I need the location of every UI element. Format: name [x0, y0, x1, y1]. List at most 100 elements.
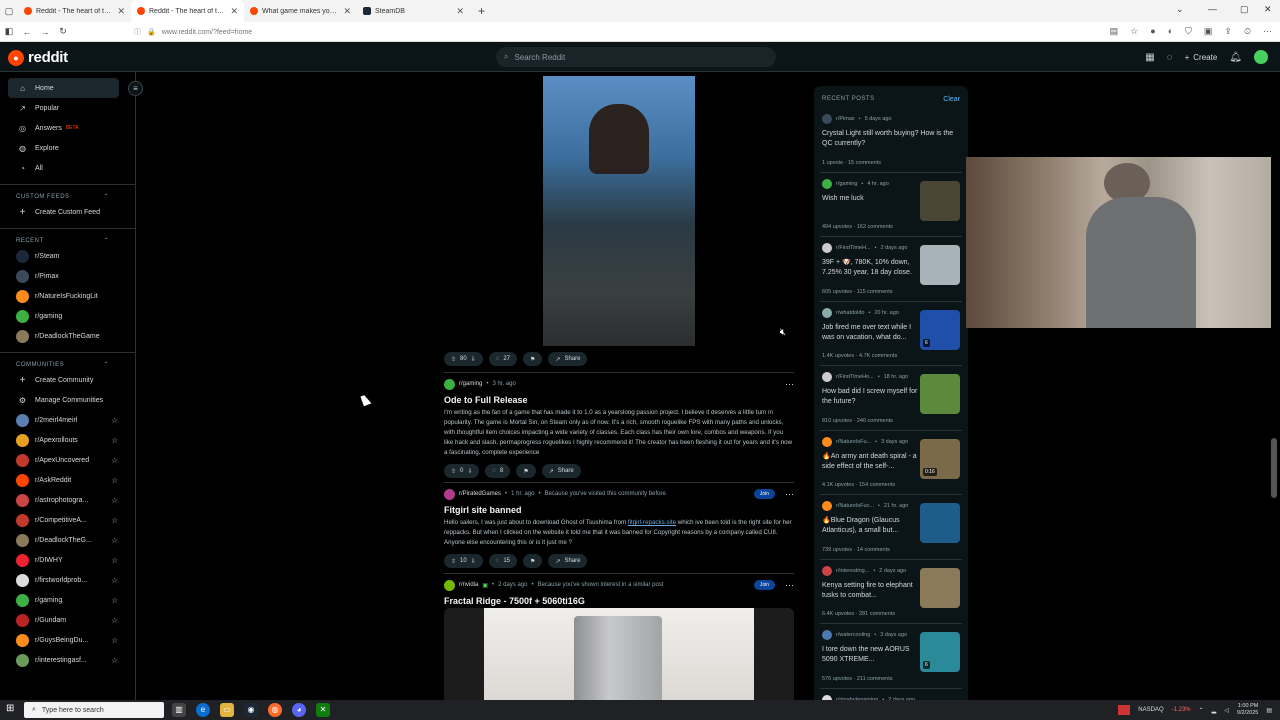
recent-post-item[interactable]: r/whatdoldo • 20 hr. ago Job fired me over … [820, 302, 962, 366]
firefox-icon[interactable]: ◍ [268, 703, 282, 717]
comments-button[interactable]: ◌ 27 [488, 352, 518, 366]
recent-post-item[interactable]: r/Pimax • 5 days ago Crystal Light still wo… [820, 108, 962, 173]
browser-tab[interactable]: SteamDB ✕ [357, 0, 470, 22]
community-item[interactable]: r/interestingasf... ☆ [0, 650, 135, 670]
new-tab-button[interactable]: + [470, 4, 493, 18]
vote-control[interactable]: ⇧ 10 ⇩ [444, 554, 483, 568]
recent-subreddit-item[interactable]: r/Steam [0, 246, 135, 266]
upvote-icon[interactable]: ⇧ [451, 558, 456, 565]
sidebar-item-answers[interactable]: ◎ Answers BETA [0, 118, 135, 138]
favorite-star-icon[interactable]: ☆ [111, 636, 135, 645]
clock[interactable]: 1:00 PM 9/2/2025 [1237, 703, 1258, 717]
post-body-link[interactable]: fitgirl-repacks.site [628, 519, 676, 526]
notifications-icon[interactable]: ▤ [1266, 707, 1272, 714]
create-community-link[interactable]: + Create Community [0, 370, 135, 390]
recent-post-item[interactable]: r/interesting... • 2 days ago Kenya setting… [820, 560, 962, 624]
close-tab-icon[interactable]: ✕ [117, 6, 125, 17]
downvote-icon[interactable]: ⇩ [471, 558, 476, 565]
comments-button[interactable]: ◌ 15 [488, 554, 518, 568]
comments-button[interactable]: ◌ 8 [485, 464, 511, 478]
post-card[interactable]: r/gaming • 3 hr. ago ⋯ Ode to Full Relea… [444, 372, 794, 478]
recent-post-item[interactable]: r/NatureIsFuc... • 21 hr. ago 🔥Blue Dragon … [820, 495, 962, 560]
custom-feeds-section-header[interactable]: CUSTOM FEEDS ⌃ [0, 184, 135, 202]
favorite-star-icon[interactable]: ☆ [111, 436, 135, 445]
communities-section-header[interactable]: COMMUNITIES ⌃ [0, 352, 135, 370]
sidebar-toggle-icon[interactable]: ◧ [0, 26, 18, 37]
favorite-star-icon[interactable]: ☆ [111, 596, 135, 605]
recent-post-item[interactable]: r/gigabytegaming • 2 days ago [820, 689, 962, 700]
history-icon[interactable]: ⏲ [1244, 26, 1251, 37]
xbox-icon[interactable]: ✕ [316, 703, 330, 717]
recent-subreddit-item[interactable]: r/DeadlockTheGame [0, 326, 135, 346]
upvote-icon[interactable]: ⇧ [451, 356, 456, 363]
browser-tab[interactable]: Reddit - The heart of the intern ✕ [131, 0, 244, 22]
close-window-icon[interactable]: ✕ [1264, 4, 1272, 15]
share-icon[interactable]: ⇪ [1224, 26, 1232, 37]
minimize-icon[interactable]: — [1208, 4, 1217, 14]
shield-icon[interactable]: ⛉ [1185, 26, 1192, 37]
search-input[interactable]: ⌕ Search Reddit [496, 47, 776, 67]
recent-post-item[interactable]: r/FirstTimeH... • 2 days ago 39F + 🐶, 780K,… [820, 237, 962, 302]
subreddit-name[interactable]: r/gaming [459, 381, 482, 387]
subreddit-name[interactable]: r/PiratedGames [459, 491, 501, 497]
award-button[interactable]: ⚑ [516, 464, 536, 478]
sidebar-item-explore[interactable]: ◍ Explore [0, 138, 135, 158]
chat-icon[interactable]: ◌ [1167, 52, 1173, 63]
post-title[interactable]: Ode to Full Release [444, 395, 794, 405]
subreddit-avatar[interactable] [444, 579, 455, 591]
start-icon[interactable]: ⊞ [6, 703, 14, 714]
url-field[interactable]: ⓘ 🔒 www.reddit.com/?feed=home [134, 25, 1124, 39]
taskbar-search[interactable]: ⌕ Type here to search [24, 702, 164, 718]
manage-communities-link[interactable]: ⚙ Manage Communities [0, 390, 135, 410]
sync-icon[interactable]: ◐ [1168, 26, 1173, 37]
post-body[interactable]: I'm writing as the fan of a game that ha… [444, 408, 794, 458]
community-item[interactable]: r/AskReddit ☆ [0, 470, 135, 490]
community-item[interactable]: r/DIWHY ☆ [0, 550, 135, 570]
video-player[interactable]: 🔇︎ [444, 76, 794, 346]
share-button[interactable]: ↗ Share [541, 464, 581, 478]
favorite-star-icon[interactable]: ☆ [111, 456, 135, 465]
upvote-icon[interactable]: ⇧ [451, 468, 456, 475]
more-options-icon[interactable]: ⋯ [779, 379, 794, 390]
favorite-star-icon[interactable]: ☆ [111, 516, 135, 525]
favorite-star-icon[interactable]: ☆ [111, 616, 135, 625]
maximize-icon[interactable]: ▢ [1240, 4, 1249, 15]
post-title[interactable]: Fitgirl site banned [444, 505, 794, 515]
user-avatar[interactable] [1254, 50, 1268, 64]
recent-subreddit-item[interactable]: r/Pimax [0, 266, 135, 286]
community-item[interactable]: r/firstworldprob... ☆ [0, 570, 135, 590]
bell-icon[interactable]: 🔔︎ [1229, 52, 1242, 63]
recent-post-item[interactable]: r/watercooling • 3 days ago I tore down the… [820, 624, 962, 689]
more-options-icon[interactable]: ⋯ [779, 580, 794, 591]
favorite-star-icon[interactable]: ☆ [111, 656, 135, 665]
subreddit-avatar[interactable] [444, 488, 455, 500]
reload-icon[interactable]: ↻ [54, 26, 72, 37]
community-item[interactable]: r/2meirl4meirl ☆ [0, 410, 135, 430]
info-icon[interactable]: ⓘ [134, 27, 141, 37]
extension-icon[interactable]: ● [1150, 26, 1155, 37]
favorite-star-icon[interactable]: ☆ [111, 576, 135, 585]
tab-list-icon[interactable]: ⌄ [1176, 4, 1184, 15]
subreddit-avatar[interactable] [444, 378, 455, 390]
community-item[interactable]: r/DeadlockTheG... ☆ [0, 530, 135, 550]
recent-section-header[interactable]: RECENT ⌃ [0, 228, 135, 246]
page-scrollbar[interactable] [1271, 438, 1277, 498]
reddit-logo[interactable]: ● reddit [8, 49, 68, 66]
volume-icon[interactable]: ◁ [1224, 707, 1229, 714]
community-item[interactable]: r/CompetitiveA... ☆ [0, 510, 135, 530]
network-icon[interactable]: ▂ [1212, 707, 1217, 714]
more-icon[interactable]: ⋯ [1263, 26, 1272, 37]
post-title[interactable]: Fractal Ridge - 7500f + 5060ti16G [444, 596, 794, 606]
steam-icon[interactable]: ◉ [244, 703, 258, 717]
vote-control[interactable]: ⇧ 80 ⇩ [444, 352, 483, 366]
create-custom-feed-link[interactable]: + Create Custom Feed [0, 202, 135, 222]
post-image[interactable] [444, 608, 794, 700]
community-item[interactable]: r/astrophotogra... ☆ [0, 490, 135, 510]
award-button[interactable]: ⚑ [523, 352, 543, 366]
collapse-sidebar-button[interactable]: ≡ [128, 81, 143, 96]
favorite-star-icon[interactable]: ☆ [111, 536, 135, 545]
community-item[interactable]: r/Apexrollouts ☆ [0, 430, 135, 450]
collections-icon[interactable]: ▣ [1204, 26, 1213, 37]
community-item[interactable]: r/ApexUncovered ☆ [0, 450, 135, 470]
community-item[interactable]: r/gaming ☆ [0, 590, 135, 610]
